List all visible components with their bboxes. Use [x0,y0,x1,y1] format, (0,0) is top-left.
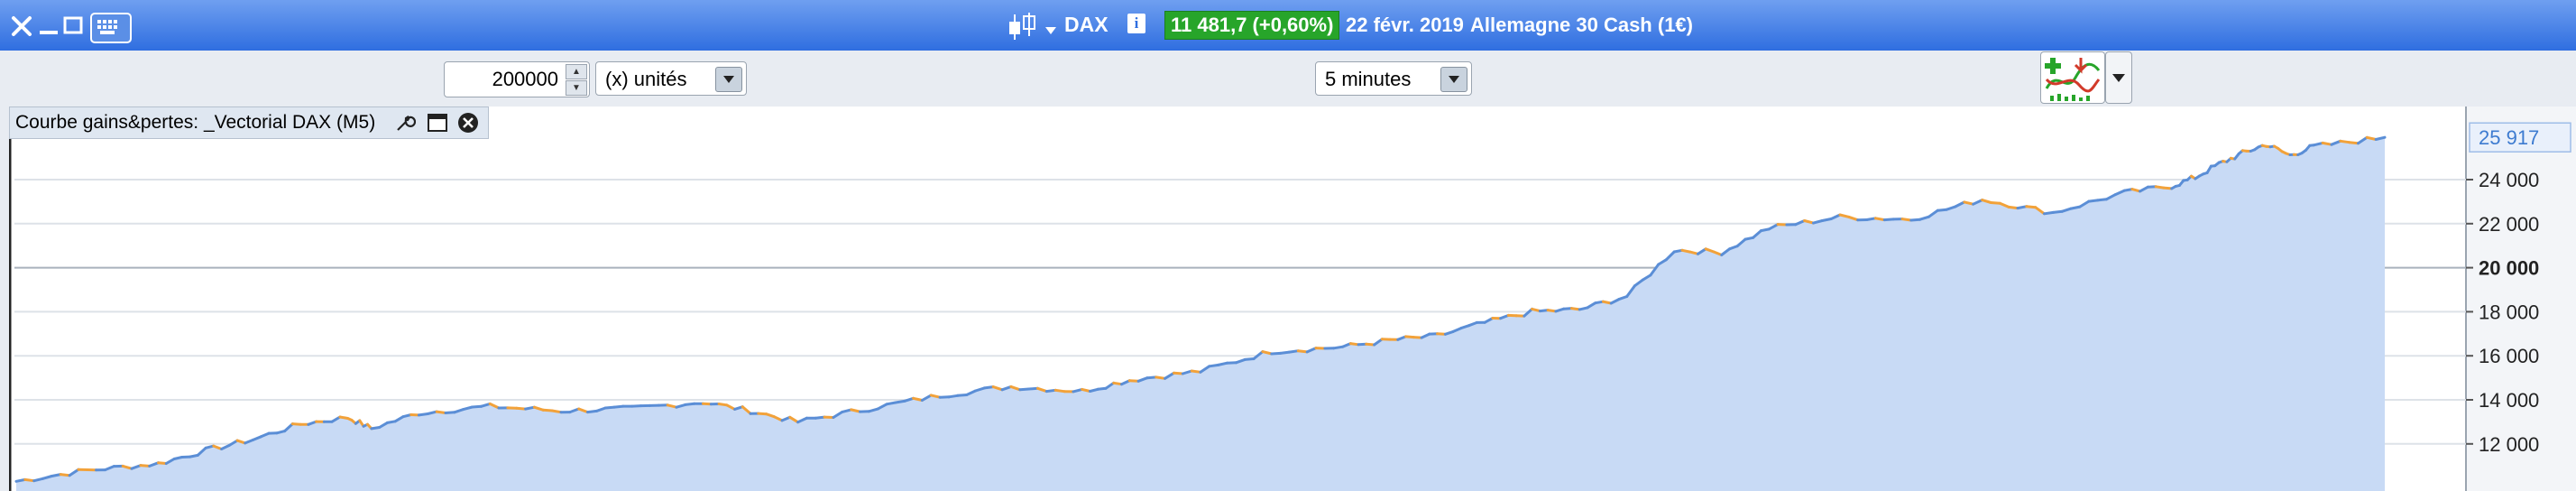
unit-select[interactable]: (x) unités [595,61,747,96]
panel-title: Courbe gains&pertes: _Vectorial DAX (M5) [15,112,376,133]
keyboard-icon[interactable] [90,13,132,43]
equity-line-segment [1332,345,1345,350]
y-tick-label: 22 000 [2479,213,2539,236]
equity-line-segment [894,399,906,404]
y-tick-label: 14 000 [2479,389,2539,412]
y-tick-label: 24 000 [2479,169,2539,191]
chart-area[interactable]: 12 000 14 000 16 000 18 000 20 000 22 000 24 0… [9,107,2576,491]
timeframe-select-value: 5 minutes [1325,68,1412,90]
y-tick-label: 20 000 [2479,257,2539,280]
close-icon[interactable] [7,7,36,42]
spin-down-icon[interactable]: ▼ [566,80,587,96]
quantity-stepper[interactable]: ▲ ▼ [444,61,590,97]
indicators-dropdown-button[interactable] [2105,51,2132,104]
date-label: 22 févr. 2019 [1346,14,1464,36]
indicator-chart-icon [2045,58,2101,101]
candlestick-chart-icon[interactable] [1004,11,1040,42]
dropdown-arrow-icon[interactable] [715,67,742,92]
last-value-label: 25 917 [2479,126,2539,149]
spin-up-icon[interactable]: ▲ [566,64,587,79]
spinner[interactable]: ▲ ▼ [566,64,587,96]
title-bar: DAX i 11 481,7 (+0,60%) 22 févr. 2019 Al… [0,0,2576,51]
info-icon[interactable]: i [1127,14,1145,33]
y-tick-label: 12 000 [2479,433,2539,456]
maximize-icon[interactable] [60,7,88,42]
close-circle-icon[interactable] [457,112,479,134]
timeframe-select[interactable]: 5 minutes [1315,61,1472,96]
y-tick-label: 16 000 [2479,345,2539,367]
instrument-symbol[interactable]: DAX [1064,13,1109,37]
price-badge: 11 481,7 (+0,60%) [1164,11,1340,40]
window-icon[interactable] [427,112,448,134]
equity-line-segment [1820,218,1833,222]
chevron-down-icon[interactable] [1044,23,1057,34]
panel-header: Courbe gains&pertes: _Vectorial DAX (M5) [9,107,489,139]
quantity-input[interactable] [448,64,560,95]
equity-curve-chart[interactable]: 12 000 14 000 16 000 18 000 20 000 22 000 24 0… [9,107,2576,491]
wrench-icon[interactable] [394,112,417,134]
y-tick-label: 18 000 [2479,301,2539,323]
dropdown-arrow-icon[interactable] [1440,67,1467,92]
indicators-button[interactable] [2040,51,2105,104]
instrument-name: Allemagne 30 Cash (1€) [1470,14,1693,36]
unit-select-value: (x) unités [605,68,687,90]
equity-line-segment [1873,217,1886,222]
equity-line-segment [550,409,563,414]
toolbar [0,51,2576,107]
equity-line-segment [2069,205,2082,210]
